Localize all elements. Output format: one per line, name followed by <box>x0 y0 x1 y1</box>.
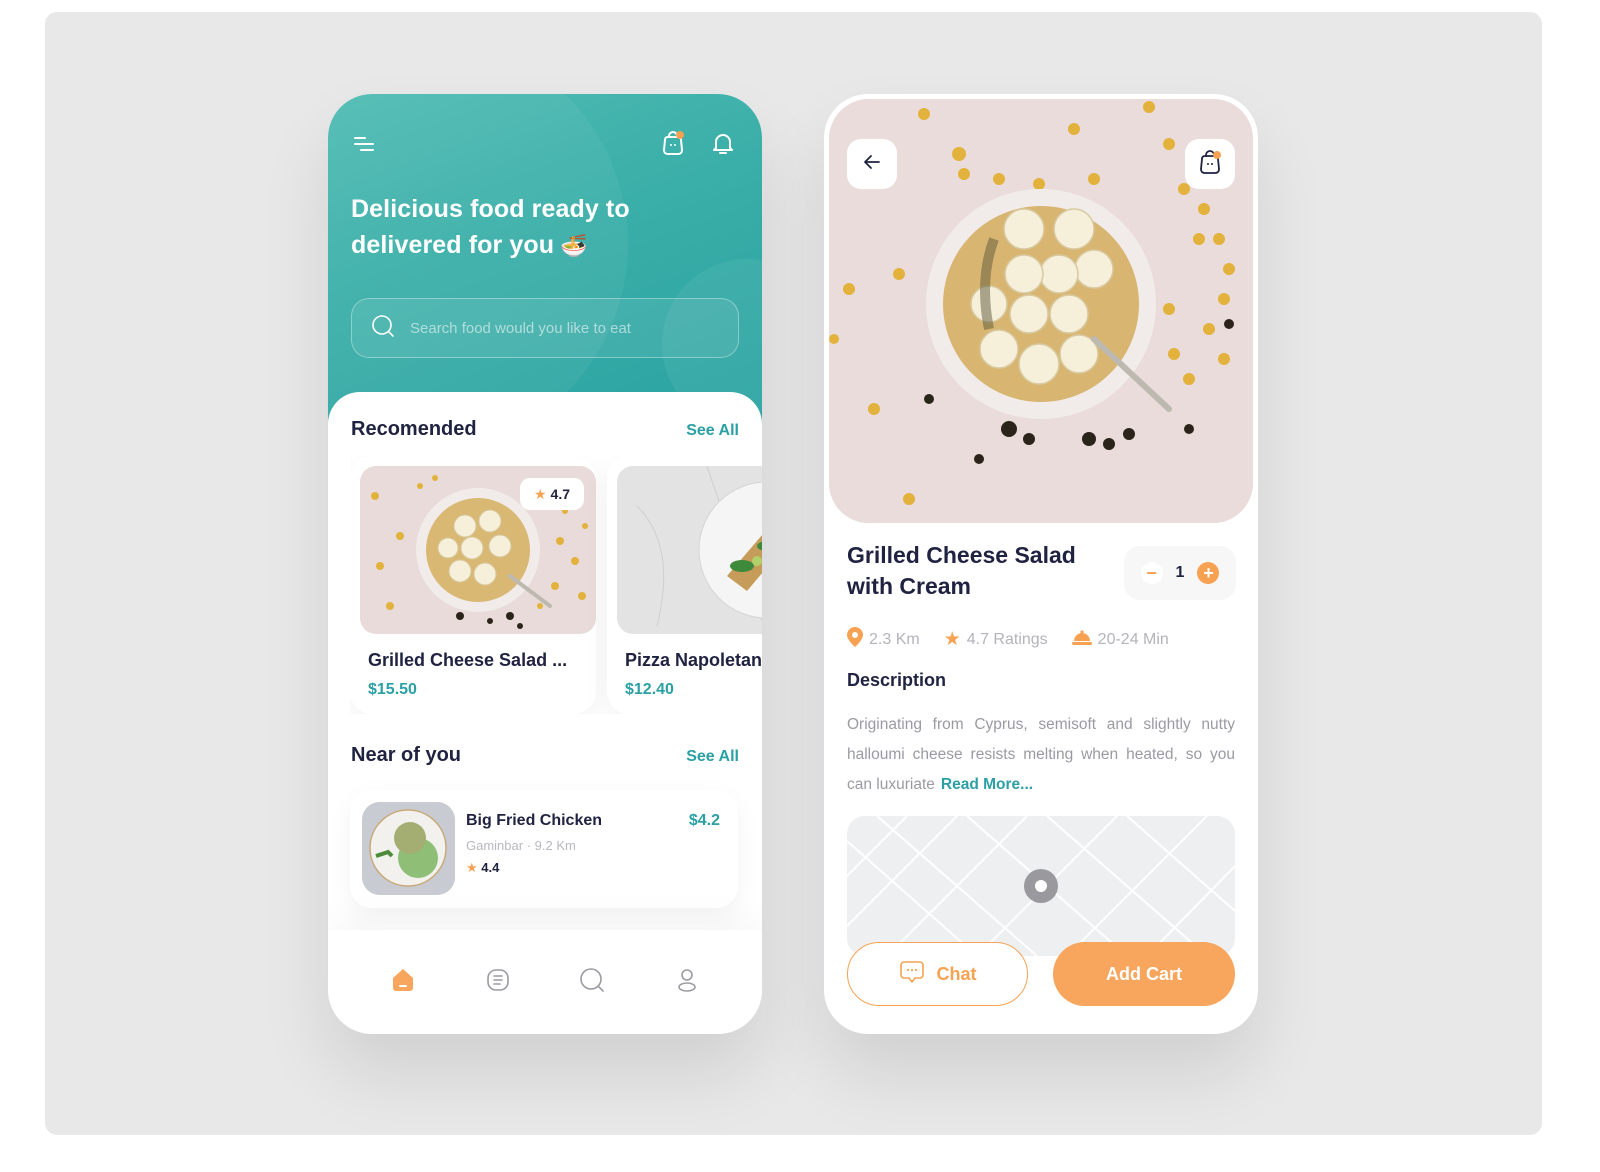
search-icon <box>370 313 396 344</box>
food-name: Grilled Cheese Salad ... <box>368 650 568 670</box>
bell-icon[interactable] <box>708 128 738 158</box>
quantity-value: 1 <box>1175 564 1185 581</box>
near-item-meta: Gaminbar · 9.2 Km <box>466 838 576 853</box>
star-icon: ★ <box>943 629 961 650</box>
recommended-carousel[interactable]: ★ 4.7 Grilled Cheese Salad ... $15.50 Pi… <box>350 456 762 714</box>
location-pin-icon <box>847 627 863 652</box>
canvas-background: Delicious food ready to delivered for yo… <box>45 12 1542 1135</box>
quantity-stepper: − 1 + <box>1124 546 1236 600</box>
near-item-rating-value: 4.4 <box>481 860 500 875</box>
tab-orders[interactable] <box>478 962 518 1002</box>
read-more-link[interactable]: Read More... <box>941 776 1033 793</box>
hero-title-text: Delicious food ready to delivered for yo… <box>351 195 630 259</box>
hero-header: Delicious food ready to delivered for yo… <box>328 94 762 424</box>
food-name: Pizza Napoletana <box>625 650 762 670</box>
rating-info: ★ 4.7 Ratings <box>944 628 1048 651</box>
near-title: Near of you <box>351 744 462 766</box>
rating-badge: ★ 4.7 <box>520 478 584 510</box>
chat-button[interactable]: Chat <box>847 942 1028 1006</box>
food-title: Grilled Cheese Salad with Cream <box>847 542 1076 599</box>
near-item-distance: 9.2 Km <box>534 838 576 853</box>
near-header: Near of you See All <box>351 744 739 767</box>
hero-title: Delicious food ready to delivered for yo… <box>351 191 671 264</box>
search-input[interactable] <box>410 319 710 337</box>
search-field[interactable] <box>351 298 739 358</box>
bottom-tab-bar <box>328 930 762 1034</box>
location-map[interactable] <box>847 816 1235 956</box>
tab-search[interactable] <box>572 962 612 1002</box>
food-image-chicken-plate <box>362 802 455 895</box>
orders-icon <box>485 967 511 998</box>
decrease-quantity-button[interactable]: − <box>1140 562 1163 584</box>
menu-icon[interactable] <box>350 132 378 156</box>
home-content: Recomended See All ★ 4.7 Grilled Cheese … <box>328 392 762 952</box>
back-button[interactable] <box>847 139 897 189</box>
home-screen: Delicious food ready to delivered for yo… <box>328 94 762 1034</box>
chat-label: Chat <box>936 963 977 984</box>
food-price: $15.50 <box>368 681 417 698</box>
home-icon <box>389 966 417 999</box>
food-price: $12.40 <box>625 681 674 698</box>
delivery-time-value: 20-24 Min <box>1097 630 1169 648</box>
recommended-title: Recomended <box>351 418 477 440</box>
profile-icon <box>674 967 700 998</box>
near-see-all-link[interactable]: See All <box>686 748 739 766</box>
food-meta-row: 2.3 Km ★ 4.7 Ratings 20-24 Min <box>847 627 1169 652</box>
star-icon: ★ <box>533 485 547 502</box>
search-icon <box>578 966 606 999</box>
dot-separator: · <box>526 838 535 853</box>
arrow-left-icon <box>860 150 884 179</box>
delivery-time-info: 20-24 Min <box>1071 628 1169 651</box>
food-hero-image <box>829 99 1253 523</box>
increase-quantity-button[interactable]: + <box>1197 562 1220 584</box>
cart-button[interactable] <box>1185 139 1235 189</box>
food-image-pizza-plate <box>617 466 762 634</box>
description-body: Originating from Cyprus, semisoft and sl… <box>847 716 1235 793</box>
recommended-card[interactable]: ★ 4.7 Grilled Cheese Salad ... $15.50 <box>350 456 596 714</box>
recommended-header: Recomended See All <box>351 418 739 441</box>
noodle-bowl-icon: 🍜 <box>560 233 588 258</box>
near-item-price: $4.2 <box>688 812 720 829</box>
detail-screen: Grilled Cheese Salad with Cream − 1 + 2.… <box>824 94 1258 1034</box>
rating-value: 4.7 <box>550 486 571 502</box>
food-cloche-icon <box>1071 628 1092 651</box>
tab-home[interactable] <box>383 962 423 1002</box>
distance-value: 2.3 Km <box>869 630 920 648</box>
near-item-place: Gaminbar <box>466 838 524 853</box>
shopping-bag-icon[interactable] <box>658 128 688 158</box>
recommended-card[interactable]: Pizza Napoletana $12.40 <box>607 456 762 714</box>
star-icon: ★ <box>466 860 478 875</box>
description-text: Originating from Cyprus, semisoft and sl… <box>847 710 1235 800</box>
chat-bubble-icon <box>899 959 925 990</box>
shopping-bag-icon <box>1196 148 1224 181</box>
near-item-rating: ★ 4.4 <box>466 860 499 876</box>
food-image-oatmeal-bowl: ★ 4.7 <box>360 466 596 634</box>
near-item-name: Big Fried Chicken <box>466 812 603 829</box>
tab-profile[interactable] <box>667 962 707 1002</box>
rating-value: 4.7 Ratings <box>966 630 1048 648</box>
recommended-see-all-link[interactable]: See All <box>686 422 739 440</box>
add-cart-button[interactable]: Add Cart <box>1053 942 1235 1006</box>
near-list-item[interactable]: Big Fried Chicken $4.2 Gaminbar · 9.2 Km… <box>350 790 738 908</box>
description-title: Description <box>847 670 947 690</box>
distance-info: 2.3 Km <box>847 627 920 652</box>
